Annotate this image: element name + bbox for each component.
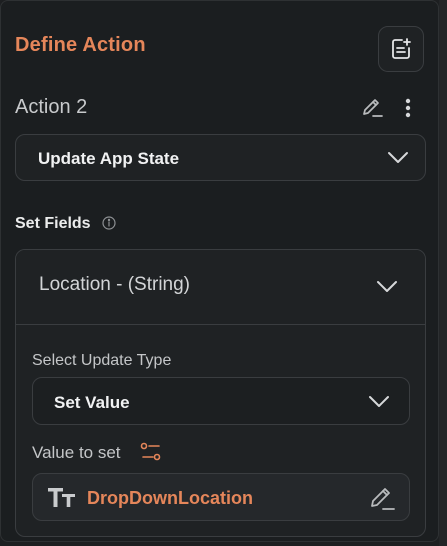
field-header[interactable]: Location - (String) [16,250,425,325]
define-action-panel: Define Action Action 2 Update App State … [0,0,439,542]
info-icon[interactable] [102,216,116,230]
update-type-select[interactable]: Set Value [32,377,410,425]
chevron-down-icon [377,281,397,292]
chevron-down-icon [388,152,408,163]
value-text: DropDownLocation [87,488,253,508]
field-card: Location - (String) Select Update Type S… [15,249,426,537]
value-input[interactable]: DropDownLocation [32,473,410,521]
add-note-button[interactable] [378,26,424,72]
tune-icon[interactable] [140,441,162,463]
update-type-label: Select Update Type [32,352,172,369]
pencil-icon[interactable] [368,486,396,512]
action-name: Action 2 [15,96,88,118]
set-fields-label: Set Fields [15,215,91,232]
field-name: Location - (String) [39,274,191,295]
scrollbar[interactable] [439,0,447,546]
action-type-value: Update App State [38,149,180,168]
value-to-set-label: Value to set [32,443,121,462]
pencil-icon[interactable] [360,97,384,119]
chevron-down-icon [369,396,389,407]
note-add-icon [392,38,411,59]
update-type-value: Set Value [54,393,130,412]
panel-title: Define Action [15,34,146,56]
text-type-icon [48,488,75,507]
more-vertical-icon[interactable] [403,97,413,119]
action-type-select[interactable]: Update App State [15,134,426,181]
